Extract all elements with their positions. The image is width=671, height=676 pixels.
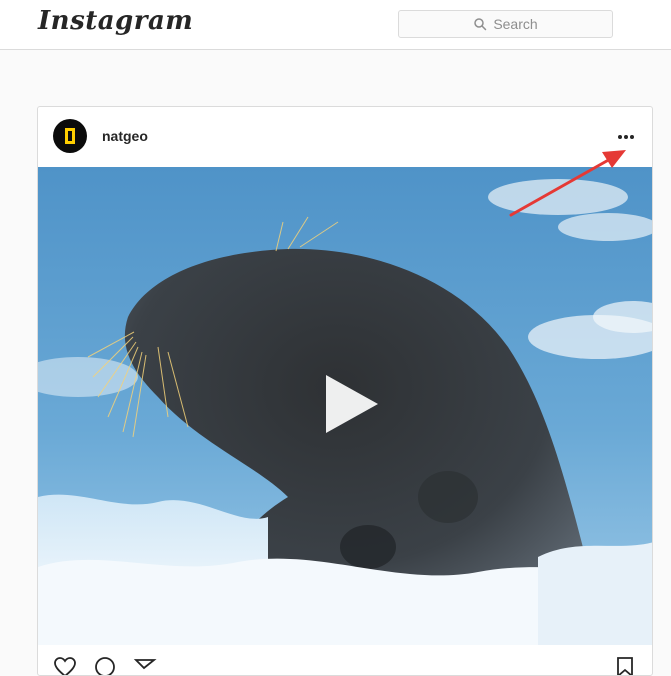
post-username[interactable]: natgeo xyxy=(102,128,148,144)
natgeo-logo-frame xyxy=(65,128,75,144)
more-options-icon xyxy=(618,135,622,139)
search-input[interactable]: Search xyxy=(398,10,613,38)
comment-icon[interactable] xyxy=(93,655,117,676)
search-placeholder: Search xyxy=(493,16,538,32)
search-icon xyxy=(474,18,487,31)
more-options-button[interactable] xyxy=(614,127,638,147)
post-video[interactable] xyxy=(38,167,652,645)
post-header: natgeo xyxy=(38,107,652,167)
instagram-logo[interactable]: Instagram xyxy=(38,6,193,36)
bookmark-icon[interactable] xyxy=(613,655,637,676)
avatar[interactable] xyxy=(53,119,87,153)
post-actions xyxy=(38,645,652,676)
play-icon[interactable] xyxy=(316,369,386,439)
top-navigation-bar: Instagram Search xyxy=(0,0,671,50)
post-card: natgeo xyxy=(37,106,653,676)
share-icon[interactable] xyxy=(133,655,157,676)
heart-icon[interactable] xyxy=(53,655,77,676)
